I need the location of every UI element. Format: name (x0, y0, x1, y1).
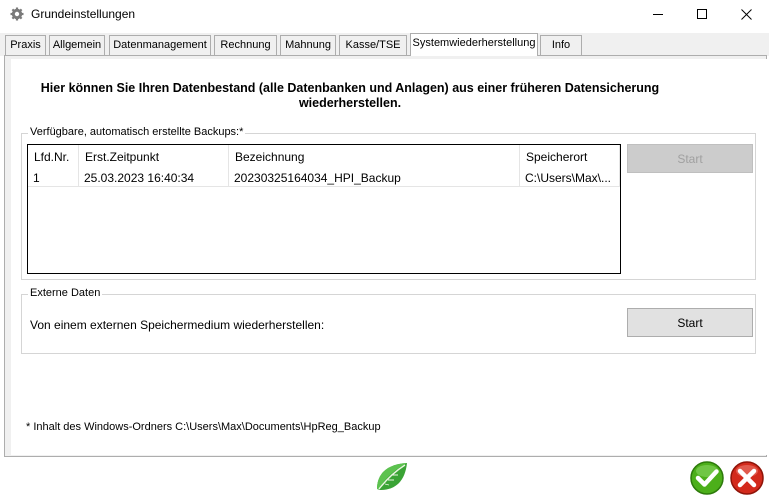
close-icon (740, 9, 752, 20)
leaf-icon (377, 463, 407, 490)
title-bar: Grundeinstellungen (0, 0, 769, 30)
backups-list[interactable]: Lfd.Nr. Erst.Zeitpunkt Bezeichnung Speic… (27, 144, 621, 274)
external-restore-label: Von einem externen Speichermedium wieder… (30, 318, 325, 332)
heading-line-2: wiederherstellen. (298, 96, 402, 110)
column-header-lfd-nr[interactable]: Lfd.Nr. (28, 145, 79, 166)
tab-strip: Praxis Allgemein Datenmanagement Rechnun… (0, 33, 769, 56)
cell-speicherort: C:\Users\Max\... (520, 166, 620, 187)
column-header-speicherort[interactable]: Speicherort (520, 145, 620, 166)
ok-check-icon[interactable] (689, 460, 725, 496)
tab-kasse-tse[interactable]: Kasse/TSE (339, 35, 407, 55)
maximize-icon (696, 9, 707, 19)
tab-info[interactable]: Info (540, 35, 582, 55)
tab-datenmanagement[interactable]: Datenmanagement (109, 35, 211, 55)
cell-bezeichnung: 20230325164034_HPI_Backup (229, 166, 520, 187)
external-start-button[interactable]: Start (627, 308, 753, 337)
minimize-button[interactable] (635, 0, 681, 29)
backups-group-legend: Verfügbare, automatisch erstellte Backup… (28, 126, 246, 138)
gear-icon (10, 7, 24, 21)
cell-erst-zeitpunkt: 25.03.2023 16:40:34 (79, 166, 229, 187)
tab-praxis[interactable]: Praxis (5, 35, 46, 55)
maximize-button[interactable] (679, 0, 725, 29)
tab-systemwiederherstellung[interactable]: Systemwiederherstellung (410, 33, 538, 56)
minimize-icon (652, 14, 663, 15)
backup-folder-footnote: * Inhalt des Windows-Ordners C:\Users\Ma… (26, 421, 381, 433)
window-title: Grundeinstellungen (31, 7, 136, 21)
tab-allgemein[interactable]: Allgemein (49, 35, 105, 55)
footer-bar (0, 458, 769, 500)
heading-line-1: Hier können Sie Ihren Datenbestand (alle… (40, 81, 660, 95)
list-header: Lfd.Nr. Erst.Zeitpunkt Bezeichnung Speic… (28, 145, 620, 166)
table-row[interactable]: 1 25.03.2023 16:40:34 20230325164034_HPI… (28, 166, 620, 187)
external-data-legend: Externe Daten (28, 287, 103, 299)
close-button[interactable] (723, 0, 769, 29)
tab-rechnung[interactable]: Rechnung (214, 35, 277, 55)
cell-lfd-nr: 1 (28, 166, 79, 187)
tab-mahnung[interactable]: Mahnung (280, 35, 336, 55)
page-heading: Hier können Sie Ihren Datenbestand (alle… (0, 81, 700, 111)
backup-start-button[interactable]: Start (627, 144, 753, 173)
cancel-x-icon[interactable] (729, 460, 765, 496)
column-header-bezeichnung[interactable]: Bezeichnung (229, 145, 520, 166)
column-header-erst-zeitpunkt[interactable]: Erst.Zeitpunkt (79, 145, 229, 166)
